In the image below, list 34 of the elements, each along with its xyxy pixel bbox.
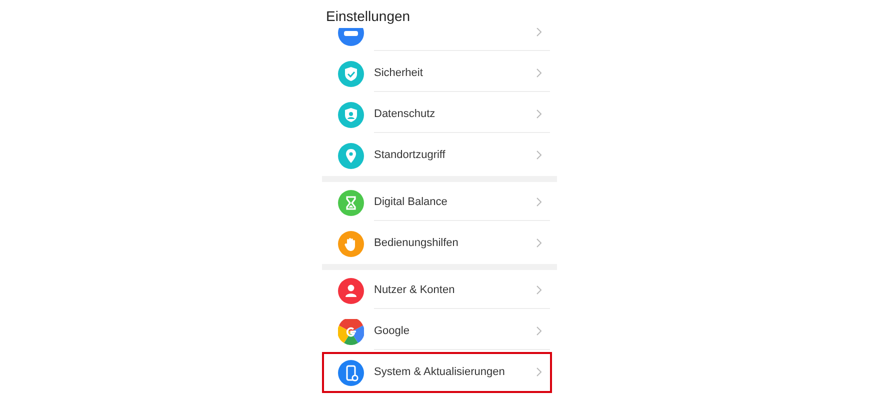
settings-item[interactable]: Sicherheit [322, 53, 552, 94]
settings-item[interactable]: Nutzer & Konten [322, 270, 552, 311]
chevron-icon [536, 326, 542, 336]
chevron-icon [536, 238, 542, 248]
shield-check-icon [338, 60, 364, 86]
settings-item[interactable]: Google [322, 311, 552, 352]
item-label: System & Aktualisierungen [374, 366, 506, 378]
person-icon [338, 278, 364, 304]
item-label: Standortzugriff [374, 149, 446, 161]
settings-item[interactable]: Standortzugriff [322, 135, 552, 176]
hourglass-icon [338, 190, 364, 216]
settings-item[interactable]: Datenschutz [322, 94, 552, 135]
google-icon [338, 318, 364, 344]
chevron-icon [536, 197, 542, 207]
screen-title: Einstellungen [326, 7, 410, 25]
chevron-icon [536, 68, 542, 78]
settings-item[interactable]: System & Aktualisierungen [322, 352, 552, 393]
location-pin-icon [338, 142, 364, 168]
shield-person-icon [338, 102, 364, 128]
phone-gear-icon [338, 360, 364, 386]
settings-item[interactable]: Digital Balance [322, 182, 552, 223]
chevron-icon [536, 28, 542, 37]
chevron-icon [536, 285, 542, 295]
settings-item[interactable]: Bedienungshilfen [322, 223, 552, 264]
item-label: Google [374, 325, 410, 337]
hand-icon [338, 230, 364, 256]
chevron-icon [536, 150, 542, 160]
item-label: Nutzer & Konten [374, 284, 456, 296]
item-label: Datenschutz [374, 108, 436, 120]
item-label: Sicherheit [374, 67, 424, 79]
chevron-icon [536, 109, 542, 119]
chevron-icon [536, 367, 542, 377]
item-label: Digital Balance [374, 196, 448, 208]
item-label: Bedienungshilfen [374, 237, 460, 249]
